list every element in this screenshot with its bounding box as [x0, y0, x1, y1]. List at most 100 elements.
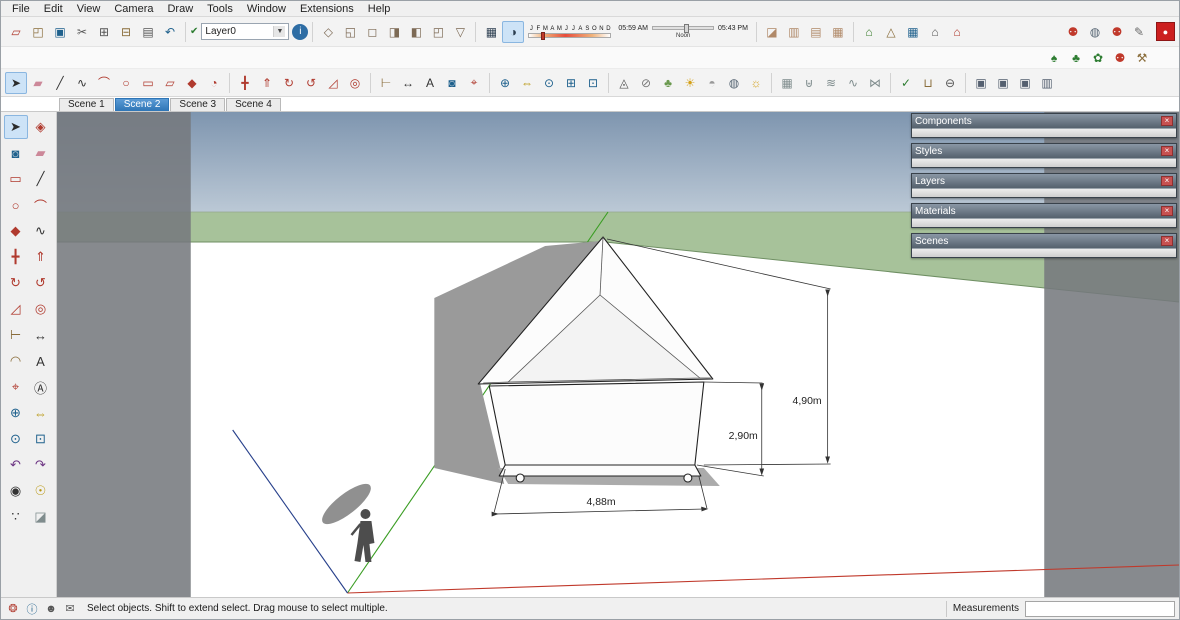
- info-icon[interactable]: ⓘ: [24, 601, 40, 617]
- next-view-icon[interactable]: ↷: [29, 453, 53, 477]
- tray-panel-body[interactable]: [912, 188, 1176, 197]
- freehand-tool-icon[interactable]: ∿: [29, 219, 53, 243]
- shadow-settings-icon[interactable]: ▦: [480, 21, 502, 43]
- zoom-extents-icon[interactable]: ⊡: [29, 427, 53, 451]
- close-icon[interactable]: ×: [1161, 236, 1173, 246]
- polygon-tool-icon[interactable]: ◆: [181, 72, 203, 94]
- display-section-planes-icon[interactable]: ▥: [783, 21, 805, 43]
- tray-panel-header[interactable]: Layers ×: [912, 174, 1176, 188]
- toggle-terrain-icon[interactable]: △: [880, 21, 902, 43]
- section-plane-icon[interactable]: ◪: [29, 505, 53, 529]
- leaf-icon[interactable]: ♣: [657, 72, 679, 94]
- dialog-window-icon[interactable]: ▣: [970, 72, 992, 94]
- menu-item[interactable]: View: [70, 2, 108, 16]
- tray-panel-body[interactable]: [912, 218, 1176, 227]
- pie-tool-icon[interactable]: ◔: [203, 72, 225, 94]
- cylinder-icon[interactable]: ⊖: [939, 72, 961, 94]
- tray-panel-header[interactable]: Components ×: [912, 114, 1176, 128]
- warehouse-icon[interactable]: ⌂: [946, 21, 968, 43]
- menu-item[interactable]: Help: [361, 2, 398, 16]
- menu-item[interactable]: Extensions: [293, 2, 361, 16]
- measurements-input[interactable]: [1025, 600, 1175, 617]
- rotate-tool-icon[interactable]: ↻: [278, 72, 300, 94]
- line-tool-icon[interactable]: ╱: [49, 72, 71, 94]
- 3d-text-tool-icon[interactable]: Ⓐ: [29, 375, 53, 399]
- front-view-icon[interactable]: ◻: [361, 21, 383, 43]
- pan-tool-icon[interactable]: ⇔: [516, 72, 538, 94]
- push-pull-tool-icon[interactable]: ⇑: [29, 245, 53, 269]
- back-view-icon[interactable]: ◰: [427, 21, 449, 43]
- add-location-icon[interactable]: ⌂: [858, 21, 880, 43]
- scene-tab[interactable]: Scene 3: [170, 98, 226, 111]
- menu-item[interactable]: Draw: [160, 2, 200, 16]
- pan-tool-icon[interactable]: ⇔: [29, 401, 53, 425]
- model-viewport[interactable]: 4,90m 2,90m 4,88m Components × Styles × …: [57, 112, 1179, 597]
- tape-measure-icon[interactable]: ⊢: [4, 323, 28, 347]
- pencil-ruler-icon[interactable]: ✎: [1128, 21, 1150, 43]
- axes-tool-icon[interactable]: ⌖: [4, 375, 28, 399]
- smoove-icon[interactable]: ∿: [842, 72, 864, 94]
- make-component-icon[interactable]: ◈: [29, 115, 53, 139]
- zoom-extents-icon[interactable]: ⊡: [582, 72, 604, 94]
- tray-panel-header[interactable]: Styles ×: [912, 144, 1176, 158]
- toggle-shadows-icon[interactable]: ◑: [502, 20, 525, 43]
- tray-panel-header[interactable]: Materials ×: [912, 204, 1176, 218]
- tray-panel-body[interactable]: [912, 248, 1176, 257]
- polygon-tool-icon[interactable]: ◆: [4, 219, 28, 243]
- scale-tool-icon[interactable]: ◿: [322, 72, 344, 94]
- scene-tab[interactable]: Scene 1: [59, 98, 114, 111]
- close-icon[interactable]: ×: [1161, 206, 1173, 216]
- chevron-down-icon[interactable]: ▼: [273, 26, 286, 37]
- zoom-window-icon[interactable]: ⊞: [560, 72, 582, 94]
- display-section-fill-icon[interactable]: ▦: [827, 21, 849, 43]
- menu-item[interactable]: File: [5, 2, 37, 16]
- push-pull-tool-icon[interactable]: ⇑: [256, 72, 278, 94]
- toolbox-icon[interactable]: ⚒: [1131, 47, 1153, 69]
- iso-view-icon[interactable]: ◇: [317, 21, 339, 43]
- orbit-tool-icon[interactable]: ⊕: [4, 401, 28, 425]
- previous-view-icon[interactable]: ↶: [4, 453, 28, 477]
- undo-icon[interactable]: ↶: [159, 21, 181, 43]
- base-skid[interactable]: [498, 464, 702, 477]
- print-icon[interactable]: ▤: [137, 21, 159, 43]
- zoom-tool-icon[interactable]: ⊙: [4, 427, 28, 451]
- section-plane-icon[interactable]: ◪: [761, 21, 783, 43]
- top-view-icon[interactable]: ◱: [339, 21, 361, 43]
- tape-measure-icon[interactable]: ⊢: [375, 72, 397, 94]
- position-camera-icon[interactable]: ◉: [4, 479, 28, 503]
- move-tool-icon[interactable]: ╋: [4, 245, 28, 269]
- circle-tool-icon[interactable]: ○: [4, 193, 28, 217]
- graduation-cap-icon[interactable]: ◬: [613, 72, 635, 94]
- menu-item[interactable]: Edit: [37, 2, 70, 16]
- follow-me-tool-icon[interactable]: ↺: [300, 72, 322, 94]
- bottom-view-icon[interactable]: ▽: [449, 21, 471, 43]
- eraser-tool-icon[interactable]: ▰: [29, 141, 53, 165]
- mail-icon[interactable]: ✉: [62, 601, 78, 617]
- flower-icon[interactable]: ✿: [1087, 47, 1109, 69]
- offset-tool-icon[interactable]: ◎: [29, 297, 53, 321]
- eraser-tool-icon[interactable]: ▰: [27, 72, 49, 94]
- check-circle-icon[interactable]: ✓: [895, 72, 917, 94]
- orbit-tool-icon[interactable]: ⊕: [494, 72, 516, 94]
- paste-icon[interactable]: ⊟: [115, 21, 137, 43]
- tray-panel-body[interactable]: [912, 158, 1176, 167]
- layer-combobox[interactable]: ✔ Layer0 ▼: [190, 23, 290, 40]
- medal-icon[interactable]: ❂: [5, 601, 21, 617]
- dimension-tool-icon[interactable]: ↔: [29, 323, 53, 347]
- people-icon[interactable]: ⚉: [1109, 47, 1131, 69]
- close-icon[interactable]: ×: [1161, 146, 1173, 156]
- rotated-rectangle-tool-icon[interactable]: ▱: [159, 72, 181, 94]
- date-slider-thumb[interactable]: [540, 31, 545, 40]
- stamp-icon[interactable]: ⊎: [798, 72, 820, 94]
- time-slider-track[interactable]: [651, 24, 714, 33]
- open-file-icon[interactable]: ◰: [27, 21, 49, 43]
- arc-tool-icon[interactable]: ⌒: [29, 193, 53, 217]
- menu-item[interactable]: Tools: [200, 2, 240, 16]
- look-around-icon[interactable]: ☉: [29, 479, 53, 503]
- new-file-icon[interactable]: ▱: [5, 21, 27, 43]
- globe-icon[interactable]: ◍: [1084, 21, 1106, 43]
- text-tool-icon[interactable]: A: [29, 349, 53, 373]
- menu-item[interactable]: Camera: [107, 2, 160, 16]
- axes-tool-icon[interactable]: ⌖: [463, 72, 485, 94]
- freehand-tool-icon[interactable]: ∿: [71, 72, 93, 94]
